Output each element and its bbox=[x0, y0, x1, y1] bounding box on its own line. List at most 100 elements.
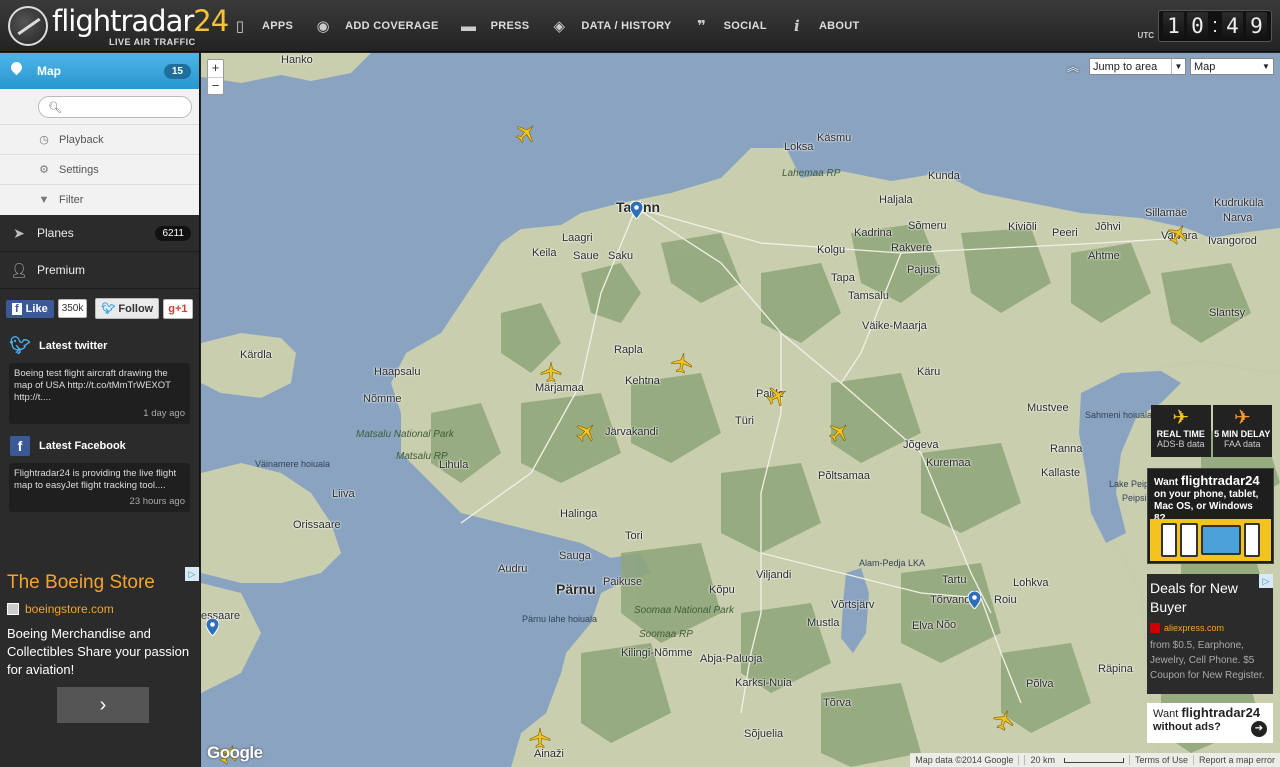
place-label: Kolgu bbox=[817, 244, 846, 256]
place-label: Saku bbox=[608, 250, 634, 262]
place-label: Kadrina bbox=[854, 227, 892, 239]
search-box[interactable]: 🔍︎ bbox=[38, 96, 192, 118]
place-label: Soomaa RP bbox=[639, 629, 693, 640]
arrow-right-icon[interactable]: ➔ bbox=[1251, 721, 1267, 737]
eye-icon: ◉ bbox=[316, 18, 330, 35]
place-label: Tõrva bbox=[823, 697, 852, 709]
twitter-bird-icon: 🐦︎ bbox=[101, 303, 116, 315]
aircraft-icon[interactable] bbox=[529, 727, 551, 749]
place-label: Ainaži bbox=[534, 748, 564, 760]
ad-title[interactable]: The Boeing Store bbox=[7, 572, 193, 594]
place-label: Võrtsjärv bbox=[831, 599, 875, 611]
place-label: Laagri bbox=[562, 232, 593, 244]
place-label: Sõmeru bbox=[908, 220, 947, 232]
zoom-out-button[interactable]: − bbox=[208, 77, 223, 94]
sidebar-item-filter[interactable]: ▼ Filter bbox=[0, 185, 199, 215]
nav-data-history[interactable]: ◈ DATA / HISTORY bbox=[544, 0, 686, 52]
ad-url[interactable]: aliexpress.com bbox=[1150, 623, 1270, 633]
devices-image bbox=[1150, 519, 1271, 561]
place-label: Nõmme bbox=[363, 393, 402, 405]
place-label: Käsmu bbox=[817, 132, 852, 144]
clock-digit: 1 bbox=[1163, 12, 1184, 40]
aircraft-icon[interactable] bbox=[669, 350, 694, 375]
place-label: Kunda bbox=[928, 170, 960, 182]
info-icon: i bbox=[793, 17, 800, 35]
favicon-icon bbox=[1150, 623, 1160, 633]
map-scale: 20 km bbox=[1018, 755, 1129, 765]
plane-icon: ✈ bbox=[1172, 407, 1190, 429]
aliexpress-ad[interactable]: ▷ Deals for New Buyer aliexpress.com fro… bbox=[1147, 574, 1273, 694]
place-label: Lihula bbox=[439, 459, 469, 471]
jump-to-area-select[interactable]: Jump to area ▼ bbox=[1089, 58, 1186, 75]
zoom-in-button[interactable]: + bbox=[208, 60, 223, 77]
clock-digit: 9 bbox=[1246, 12, 1267, 40]
ad-body: Boeing Merchandise and Collectibles Shar… bbox=[7, 626, 190, 677]
nav-apps[interactable]: ▯ APPS bbox=[225, 0, 308, 52]
place-label: Järvakandi bbox=[605, 426, 659, 438]
place-label: Narva bbox=[1223, 212, 1253, 224]
radar-globe-icon bbox=[8, 6, 48, 46]
map-canvas[interactable]: HankoKäsmuLoksaLahemaa RPKundaTallinnHal… bbox=[201, 53, 1280, 767]
sidebar-item-planes[interactable]: ➤ Planes 6211 bbox=[0, 215, 199, 252]
search-input[interactable] bbox=[65, 97, 185, 117]
nav-press[interactable]: ▬ PRESS bbox=[454, 0, 545, 52]
google-logo[interactable]: Google bbox=[207, 743, 263, 763]
apps-promo[interactable]: Want flightradar24 on your phone, tablet… bbox=[1147, 468, 1274, 564]
place-label: Ahtme bbox=[1088, 250, 1120, 262]
chevron-down-icon: ▼ bbox=[1262, 62, 1270, 71]
sidebar-item-map[interactable]: Map 15 bbox=[0, 53, 199, 89]
aircraft-icon[interactable] bbox=[540, 361, 562, 383]
nav-about[interactable]: i ABOUT bbox=[782, 0, 875, 52]
sidebar-item-label: Map bbox=[37, 64, 61, 78]
place-label: Orissaare bbox=[293, 519, 341, 531]
adchoices-icon[interactable]: ▷ bbox=[185, 567, 199, 581]
boeing-store-ad[interactable]: ▷ The Boeing Store boeingstore.com Boein… bbox=[0, 567, 200, 767]
feed-text: Boeing test flight aircraft drawing the … bbox=[14, 368, 171, 403]
planes-count-badge: 6211 bbox=[155, 225, 191, 241]
map-pin-icon[interactable] bbox=[630, 201, 643, 219]
map-pin-icon[interactable] bbox=[968, 591, 981, 609]
place-label: Keila bbox=[532, 247, 557, 259]
cursor-plane-icon: ➤ bbox=[13, 224, 25, 241]
twitter-feed-item[interactable]: Boeing test flight aircraft drawing the … bbox=[9, 363, 190, 424]
facebook-like-button[interactable]: f Like bbox=[6, 299, 54, 318]
google-plus-button[interactable]: g+1 bbox=[163, 298, 193, 319]
place-label: Põltsamaa bbox=[818, 470, 870, 482]
facebook-feed-header: f Latest Facebook bbox=[0, 428, 199, 460]
sidebar-item-settings[interactable]: ⚙ Settings bbox=[0, 155, 199, 185]
nav-social[interactable]: ❞ SOCIAL bbox=[687, 0, 782, 52]
speech-bubble-icon: ▬ bbox=[460, 17, 477, 35]
report-error-link[interactable]: Report a map error bbox=[1192, 755, 1280, 765]
flightradar24-logo[interactable]: flightradar24 LIVE AIR TRAFFIC bbox=[8, 4, 229, 48]
ad-go-button[interactable]: › bbox=[57, 687, 149, 723]
feed-text: Flightradar24 is providing the live flig… bbox=[14, 468, 177, 491]
place-label: Tamsalu bbox=[848, 290, 889, 302]
place-label: Roiu bbox=[994, 594, 1017, 606]
data-source-legend: ✈ REAL TIME ADS-B data ✈ 5 MIN DELAY FAA… bbox=[1151, 405, 1272, 457]
place-label: Ranna bbox=[1050, 443, 1083, 455]
sidebar-item-premium[interactable]: 👤︎ Premium bbox=[0, 252, 199, 289]
no-ads-promo[interactable]: Want flightradar24 without ads? ➔ bbox=[1147, 703, 1273, 743]
terms-link[interactable]: Terms of Use bbox=[1128, 755, 1193, 765]
place-label: Kudruküla bbox=[1214, 197, 1264, 209]
sidebar-item-label: Playback bbox=[59, 133, 104, 146]
map-pin-icon[interactable] bbox=[206, 618, 219, 636]
facebook-feed-item[interactable]: Flightradar24 is providing the live flig… bbox=[9, 463, 190, 512]
sidebar-item-playback[interactable]: ◷ Playback bbox=[0, 125, 199, 155]
place-label: Hanko bbox=[281, 54, 313, 66]
ad-title[interactable]: Deals for New Buyer bbox=[1150, 579, 1270, 617]
adchoices-icon[interactable]: ▷ bbox=[1259, 574, 1273, 588]
place-label: Sauga bbox=[559, 550, 591, 562]
clock-zone: UTC bbox=[1137, 31, 1154, 40]
place-label: Mustvee bbox=[1027, 402, 1069, 414]
place-label: Rakvere bbox=[891, 242, 932, 254]
collapse-chevron-icon[interactable]: ︽ bbox=[1067, 58, 1081, 75]
nav-add-coverage[interactable]: ◉ ADD COVERAGE bbox=[308, 0, 453, 52]
feed-time: 1 day ago bbox=[143, 408, 185, 419]
twitter-follow-button[interactable]: 🐦︎ Follow bbox=[95, 298, 160, 319]
map-top-controls: ︽ Jump to area ▼ Map ▼ bbox=[1067, 58, 1274, 75]
ad-url[interactable]: boeingstore.com bbox=[7, 602, 193, 616]
chevron-down-icon: ▼ bbox=[1171, 59, 1185, 74]
map-type-select[interactable]: Map ▼ bbox=[1190, 58, 1274, 75]
like-count: 350k bbox=[57, 299, 88, 318]
